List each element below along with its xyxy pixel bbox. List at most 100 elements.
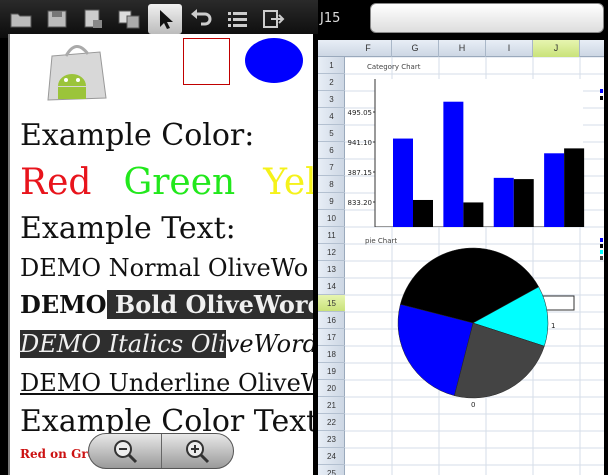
row-header-16[interactable]: 16 [318, 312, 345, 329]
row-header-17[interactable]: 17 [318, 329, 345, 346]
row-header-7[interactable]: 7 [318, 159, 345, 176]
legend-swatch [600, 250, 603, 254]
column-header-g[interactable]: G [392, 40, 439, 57]
zoom-control [88, 433, 234, 469]
row-header-14[interactable]: 14 [318, 278, 345, 295]
normal-text-line: DEMO Normal OliveWo [20, 254, 309, 282]
example-text-heading: Example Text: [20, 211, 236, 246]
formula-bar-area: J15 [318, 0, 608, 38]
cell-reference: J15 [320, 11, 341, 26]
blue-oval-shape [245, 38, 303, 83]
italic-text-line: DEMO Italics OliveWord [20, 330, 318, 358]
bold-text-selected: Bold OliveWord [106, 290, 318, 319]
color-green-text: Green [123, 162, 236, 203]
legend-swatch [600, 244, 603, 248]
spreadsheet-grid[interactable]: FGHIJ 1 2 3 4 5 6 7 8 9 10 11 12 13 14 15 16 17 18 19 20 21 2… [318, 40, 608, 475]
zoom-out-button[interactable] [89, 434, 161, 468]
open-folder-button[interactable] [4, 4, 38, 34]
row-header-8[interactable]: 8 [318, 176, 345, 193]
open-folder-icon [10, 13, 32, 28]
row-header-25[interactable]: 25 [318, 465, 345, 475]
document-page[interactable]: Example Color: Red Green Yel Example Text:… [8, 34, 318, 475]
row-header-22[interactable]: 22 [318, 414, 345, 431]
zoom-in-icon [186, 440, 210, 464]
row-header-13[interactable]: 13 [318, 261, 345, 278]
row-header-23[interactable]: 23 [318, 431, 345, 448]
bar-series-1 [393, 138, 413, 227]
translate-button[interactable] [112, 4, 146, 34]
row-header-4[interactable]: 4 [318, 108, 345, 125]
row-header-20[interactable]: 20 [318, 380, 345, 397]
row-headers: 1 2 3 4 5 6 7 8 9 10 11 12 13 14 15 16 17 18 19 20 21 22 23 24 2… [318, 57, 345, 475]
y-tick-label: 941.10 [348, 139, 373, 147]
column-headers: FGHIJ [318, 40, 608, 57]
column-header-j[interactable]: J [533, 40, 580, 57]
formula-input[interactable] [370, 3, 604, 33]
legend-swatch [600, 238, 603, 242]
y-tick-label: 387.15 [348, 169, 373, 177]
italic-text-selected-a: DEMO [20, 330, 109, 358]
row-header-3[interactable]: 3 [318, 91, 345, 108]
undo-icon [191, 9, 212, 26]
cells-area[interactable]: Category Chart 495.05941.10387.15833.202… [345, 57, 608, 475]
undo-button[interactable] [184, 4, 218, 34]
save-button[interactable] [40, 4, 74, 34]
bar-series-2 [413, 199, 433, 227]
row-header-10[interactable]: 10 [318, 210, 345, 227]
column-header-h[interactable]: H [439, 40, 486, 57]
row-header-1[interactable]: 1 [318, 57, 345, 74]
example-color-heading: Example Color: [20, 118, 255, 153]
row-header-21[interactable]: 21 [318, 397, 345, 414]
row-header-12[interactable]: 12 [318, 244, 345, 261]
bar-series-1 [493, 177, 514, 227]
spreadsheet-pane: J15 FGHIJ 1 2 3 4 5 6 7 8 9 10 11 12 13 14 15 16 17 18 19 2… [318, 0, 608, 475]
exit-button[interactable] [256, 4, 290, 34]
row-header-24[interactable]: 24 [318, 448, 345, 465]
legend-swatch [600, 96, 603, 100]
color-yellow-text: Yel [263, 162, 317, 203]
pointer-icon [160, 10, 173, 29]
legend-swatch [600, 256, 603, 260]
bar-series-1 [544, 153, 565, 227]
zoom-in-button[interactable] [160, 434, 234, 468]
exit-icon [263, 10, 285, 28]
bar-series-2 [564, 148, 585, 227]
zoom-out-icon [113, 440, 137, 464]
sheet-scroll-edge [604, 40, 608, 475]
row-header-9[interactable]: 9 [318, 193, 345, 210]
row-header-18[interactable]: 18 [318, 346, 345, 363]
page-button[interactable] [76, 4, 110, 34]
row-header-6[interactable]: 6 [318, 142, 345, 159]
pointer-button[interactable] [148, 4, 182, 34]
color-red-text: Red [20, 162, 92, 203]
list-icon [228, 12, 247, 27]
legend-swatch [600, 89, 603, 93]
bar-series-2 [513, 179, 534, 227]
row-header-15[interactable]: 15 [318, 295, 345, 312]
row-header-2[interactable]: 2 [318, 74, 345, 91]
row-header-5[interactable]: 5 [318, 125, 345, 142]
row-header-11[interactable]: 11 [318, 227, 345, 244]
document-pane: Example Color: Red Green Yel Example Text:… [0, 0, 318, 475]
category-chart: 495.05941.10387.15833.20279.2512 [348, 79, 608, 227]
italic-text-selected-b: Italics Oli [108, 330, 226, 358]
toolbar [0, 0, 318, 38]
pie-chart: 010123 [397, 236, 608, 409]
y-tick-label: 833.20 [348, 199, 373, 207]
pie-data-label: 0 [471, 401, 475, 409]
red-on-green-text: Red on Gre [20, 447, 96, 461]
underline-text-line: DEMO Underline OliveW [20, 369, 318, 397]
column-header-f[interactable]: F [345, 40, 392, 57]
list-button[interactable] [220, 4, 254, 34]
page-icon [84, 9, 102, 28]
bar-series-1 [443, 101, 464, 227]
row-header-19[interactable]: 19 [318, 363, 345, 380]
bold-text-line: DEMO Bold OliveWord [20, 290, 318, 319]
italic-text-part: veWord [225, 330, 318, 358]
bar-series-2 [463, 202, 484, 227]
translate-icon [118, 10, 140, 29]
save-icon [47, 10, 67, 28]
android-market-logo [47, 45, 107, 101]
column-header-i[interactable]: I [486, 40, 533, 57]
red-square-shape [183, 38, 230, 85]
